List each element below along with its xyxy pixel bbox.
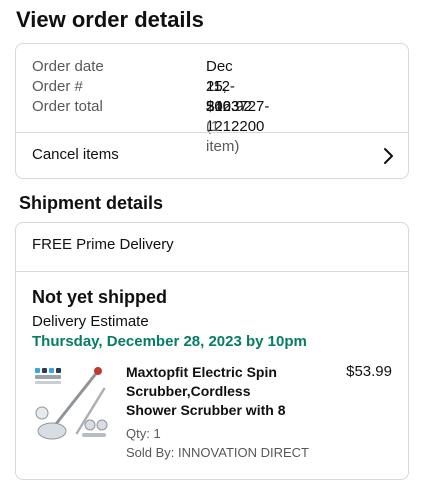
product-price: $53.99 — [346, 363, 392, 380]
page-title: View order details — [16, 7, 204, 32]
cancel-items-button[interactable]: Cancel items — [16, 133, 408, 179]
order-date-row: Order date Dec 25, 2023 — [32, 57, 239, 115]
product-thumbnail[interactable] — [32, 363, 112, 443]
product-title-line: Maxtopfit Electric Spin — [126, 364, 277, 380]
order-details-page: View order details Order date Dec 25, 20… — [0, 0, 422, 500]
shipment-status: Not yet shipped — [32, 287, 168, 307]
order-total-label: Order total — [32, 98, 103, 115]
shipment-section-title: Shipment details — [19, 193, 164, 213]
delivery-estimate-date: Thursday, December 28, 2023 by 10pm — [32, 333, 307, 350]
delivery-type: FREE Prime Delivery — [32, 236, 174, 253]
chevron-right-icon — [380, 146, 396, 166]
product-quantity: Qty: 1 — [126, 426, 161, 441]
order-total-row: Order total $46.92 (1 item) — [32, 97, 252, 155]
order-summary-card: Order date Dec 25, 2023 Order # 112-5103… — [15, 43, 409, 179]
delivery-estimate-label: Delivery Estimate — [32, 313, 149, 330]
shipment-divider — [16, 271, 408, 272]
order-number-label: Order # — [32, 78, 83, 95]
product-title-line: Shower Scrubber with 8 — [126, 402, 286, 418]
order-date-label: Order date — [32, 58, 104, 75]
product-title-link[interactable]: Maxtopfit Electric Spin Scrubber,Cordles… — [126, 363, 306, 420]
cancel-items-label: Cancel items — [32, 146, 119, 163]
order-total-amount: $46.92 — [206, 98, 252, 115]
product-seller: Sold By: INNOVATION DIRECT — [126, 445, 309, 460]
shipment-card: FREE Prime Delivery Not yet shipped Deli… — [15, 222, 409, 480]
order-number-row: Order # 112-5103727-1212200 — [32, 77, 269, 135]
product-title-line: Scrubber,Cordless — [126, 383, 251, 399]
